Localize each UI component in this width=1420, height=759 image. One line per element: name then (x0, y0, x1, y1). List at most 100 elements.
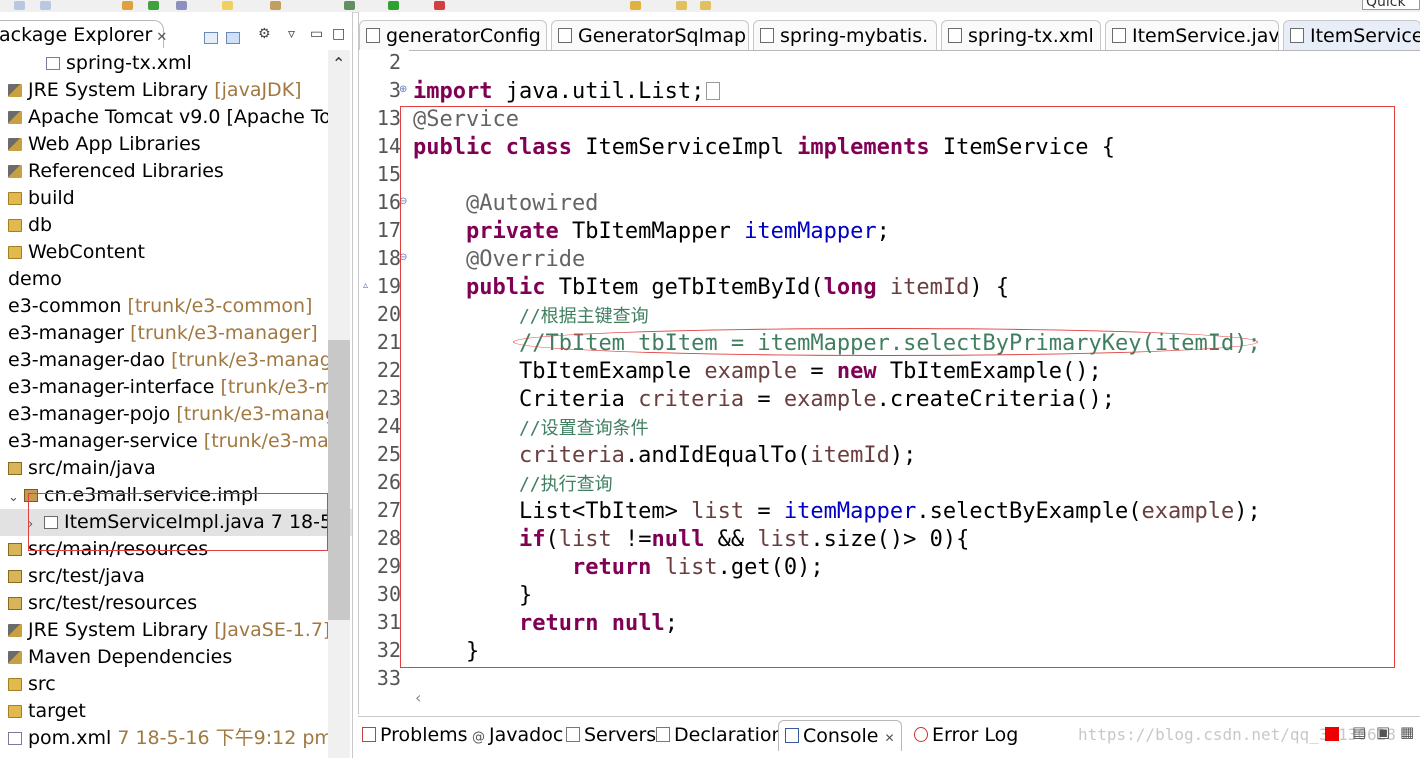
tab-spring-tx[interactable]: spring-tx.xml (941, 20, 1101, 50)
tree-item[interactable]: WebContent (0, 239, 338, 266)
line-number: 2 (388, 50, 401, 74)
source-folder-icon (8, 543, 22, 556)
close-icon[interactable]: ✕ (156, 30, 167, 45)
tree-item[interactable]: Maven Dependencies (0, 644, 338, 671)
tree-item[interactable]: src/test/java (0, 563, 338, 590)
line-number: 18 (376, 246, 401, 270)
forward-icon[interactable] (700, 1, 711, 10)
debug-icon[interactable] (344, 1, 355, 10)
build-icon[interactable] (122, 1, 133, 10)
vertical-scrollbar[interactable]: ⌃ (328, 50, 350, 758)
save-icon[interactable] (14, 1, 25, 10)
tab-javadoc[interactable]: @ Javadoc (472, 720, 563, 750)
library-icon (8, 138, 22, 151)
line-number: 19 (376, 274, 401, 298)
tab-error-log[interactable]: Error Log (914, 720, 1018, 750)
tab-problems[interactable]: Problems (362, 720, 468, 750)
highlight-icon[interactable] (222, 1, 233, 10)
line-number: 28 (376, 526, 401, 550)
run-icon[interactable] (148, 1, 159, 10)
back-icon[interactable] (676, 1, 687, 10)
override-marker-icon[interactable]: ▵ (363, 280, 368, 291)
line-number: 21 (376, 330, 401, 354)
tree-item[interactable]: e3-common [trunk/e3-common] (0, 293, 338, 320)
save-all-icon[interactable] (40, 1, 51, 10)
tree-item[interactable]: Apache Tomcat v9.0 [Apache Tomc (0, 104, 338, 131)
error-log-icon (914, 727, 928, 742)
tree-item[interactable]: e3-manager [trunk/e3-manager] (0, 320, 338, 347)
source-folder-icon (8, 462, 22, 475)
scroll-left-icon[interactable]: ‹ (415, 688, 421, 707)
fold-expand-icon[interactable]: ⊕ (399, 84, 407, 95)
tree-item[interactable]: e3-manager-pojo [trunk/e3-manage (0, 401, 338, 428)
tab-generator-config[interactable]: generatorConfig (359, 20, 547, 50)
tree-item[interactable]: JRE System Library [JavaSE-1.7] (0, 617, 338, 644)
collapsed-imports-icon[interactable] (706, 82, 721, 100)
tree-item[interactable]: src (0, 671, 338, 698)
at-icon: @ (472, 730, 485, 745)
tree-item[interactable]: src/main/java (0, 455, 338, 482)
tree-item[interactable]: e3-manager-interface [trunk/e3-mar (0, 374, 338, 401)
line-number: 14 (376, 134, 401, 158)
line-number: 13 (376, 106, 401, 130)
console-icon (785, 728, 799, 743)
link-with-editor-icon[interactable] (226, 32, 240, 44)
tree-item[interactable]: build (0, 185, 338, 212)
tree-item[interactable]: spring-tx.xml (0, 50, 352, 77)
line-number: 27 (376, 498, 401, 522)
tab-item-service-impl[interactable]: ItemServiceIm (1283, 20, 1420, 50)
tree-item[interactable]: demo (0, 266, 338, 293)
scroll-up-icon[interactable]: ⌃ (332, 54, 345, 73)
close-icon[interactable]: ✕ (884, 731, 894, 745)
pin-console-icon[interactable]: ▣ (1376, 723, 1390, 741)
line-number: 23 (376, 386, 401, 410)
folder-icon (8, 219, 22, 232)
run-green-icon[interactable] (388, 1, 399, 10)
open-type-icon[interactable] (270, 1, 281, 10)
search-icon[interactable] (176, 1, 187, 10)
tree-item[interactable]: pom.xml 7 18-5-16 下午9:12 pms (0, 725, 338, 752)
line-number: 32 (376, 638, 401, 662)
library-icon (8, 651, 22, 664)
next-annotation-icon[interactable] (630, 1, 641, 10)
editor-tabs: generatorConfig GeneratorSqlmap spring-m… (359, 20, 1420, 51)
problems-icon (362, 727, 376, 742)
tree-item[interactable]: e3-manager-service [trunk/e3-manag (0, 428, 338, 455)
tree-item[interactable]: Web App Libraries (0, 131, 338, 158)
tree-item[interactable]: target (0, 698, 338, 725)
tree-item[interactable]: Referenced Libraries (0, 158, 338, 185)
tab-generator-sqlmap[interactable]: GeneratorSqlmap (551, 20, 749, 50)
scrollbar-thumb[interactable] (328, 340, 350, 620)
tab-declaration[interactable]: Declaration (656, 720, 784, 750)
tab-spring-mybatis[interactable]: spring-mybatis. (753, 20, 937, 50)
annotation-box (400, 106, 1395, 668)
tree-item[interactable]: db (0, 212, 338, 239)
horizontal-scrollbar[interactable]: ‹ (409, 688, 1420, 710)
tree-item[interactable]: e3-manager-dao [trunk/e3-manager (0, 347, 338, 374)
line-number: 17 (376, 218, 401, 242)
tree-item[interactable]: src/test/resources (0, 590, 338, 617)
terminate-icon[interactable] (1325, 727, 1339, 741)
xml-file-icon (46, 57, 60, 70)
library-icon (8, 111, 22, 124)
tab-servers[interactable]: Servers (566, 720, 656, 750)
open-console-icon[interactable]: ▦ (1400, 723, 1414, 741)
expand-chevron-icon[interactable]: ⌄ (8, 484, 24, 509)
tree-item[interactable]: JRE System Library [javaJDK] (0, 77, 338, 104)
external-tools-icon[interactable] (434, 1, 445, 10)
code-line: import java.util.List; (413, 78, 721, 106)
line-number: 26 (376, 470, 401, 494)
filters-icon[interactable]: ⚙ (258, 26, 271, 42)
remove-launch-icon[interactable]: ▤ (1352, 723, 1366, 741)
java-file-icon (1112, 28, 1126, 43)
quick-access-input[interactable]: Quick (1362, 0, 1420, 10)
tab-package-explorer[interactable]: ackage Explorer ✕ (0, 20, 167, 48)
java-file-icon (1290, 28, 1304, 43)
maximize-icon[interactable]: □ (332, 26, 345, 42)
tab-console[interactable]: Console ✕ (778, 720, 902, 751)
declaration-icon (656, 727, 670, 742)
collapse-all-icon[interactable] (204, 32, 218, 44)
view-menu-icon[interactable]: ▿ (288, 26, 295, 42)
minimize-icon[interactable]: ▭ (310, 26, 323, 42)
tab-item-service[interactable]: ItemService.jav (1105, 20, 1279, 50)
